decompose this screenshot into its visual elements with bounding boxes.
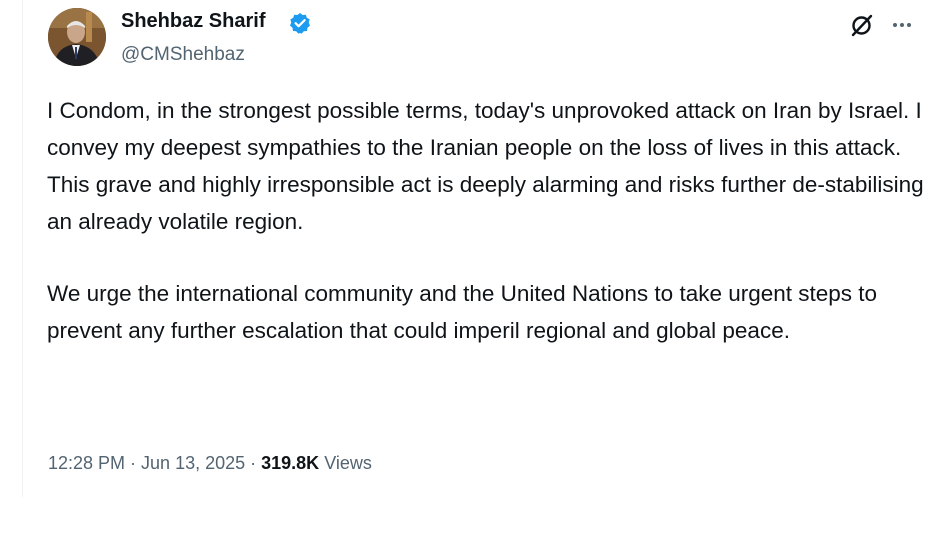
author-avatar[interactable] — [48, 8, 106, 66]
tweet-time[interactable]: 12:28 PM — [48, 453, 125, 473]
tweet-text: I Condom, in the strongest possible term… — [47, 92, 927, 349]
tweet-paragraph: We urge the international community and … — [47, 281, 878, 343]
meta-separator: · — [250, 453, 257, 473]
views-count: 319.8K — [261, 453, 320, 473]
verified-badge-icon — [290, 13, 310, 34]
author-handle[interactable]: @CMShehbaz — [121, 44, 245, 66]
views-label: Views — [324, 453, 372, 473]
tweet-date[interactable]: Jun 13, 2025 — [141, 453, 245, 473]
tweet-card: Shehbaz Sharif @CMShehbaz I Condom, in t… — [22, 0, 924, 497]
meta-separator: · — [130, 453, 137, 473]
tweet-paragraph: I Condom, in the strongest possible term… — [47, 98, 924, 234]
tweet-meta: 12:28 PM · Jun 13, 2025 · 319.8K Views — [48, 453, 372, 474]
author-display-name[interactable]: Shehbaz Sharif — [121, 10, 265, 33]
grok-icon[interactable] — [849, 12, 875, 38]
profile-photo-icon — [48, 8, 106, 66]
more-options-icon[interactable] — [889, 12, 915, 38]
